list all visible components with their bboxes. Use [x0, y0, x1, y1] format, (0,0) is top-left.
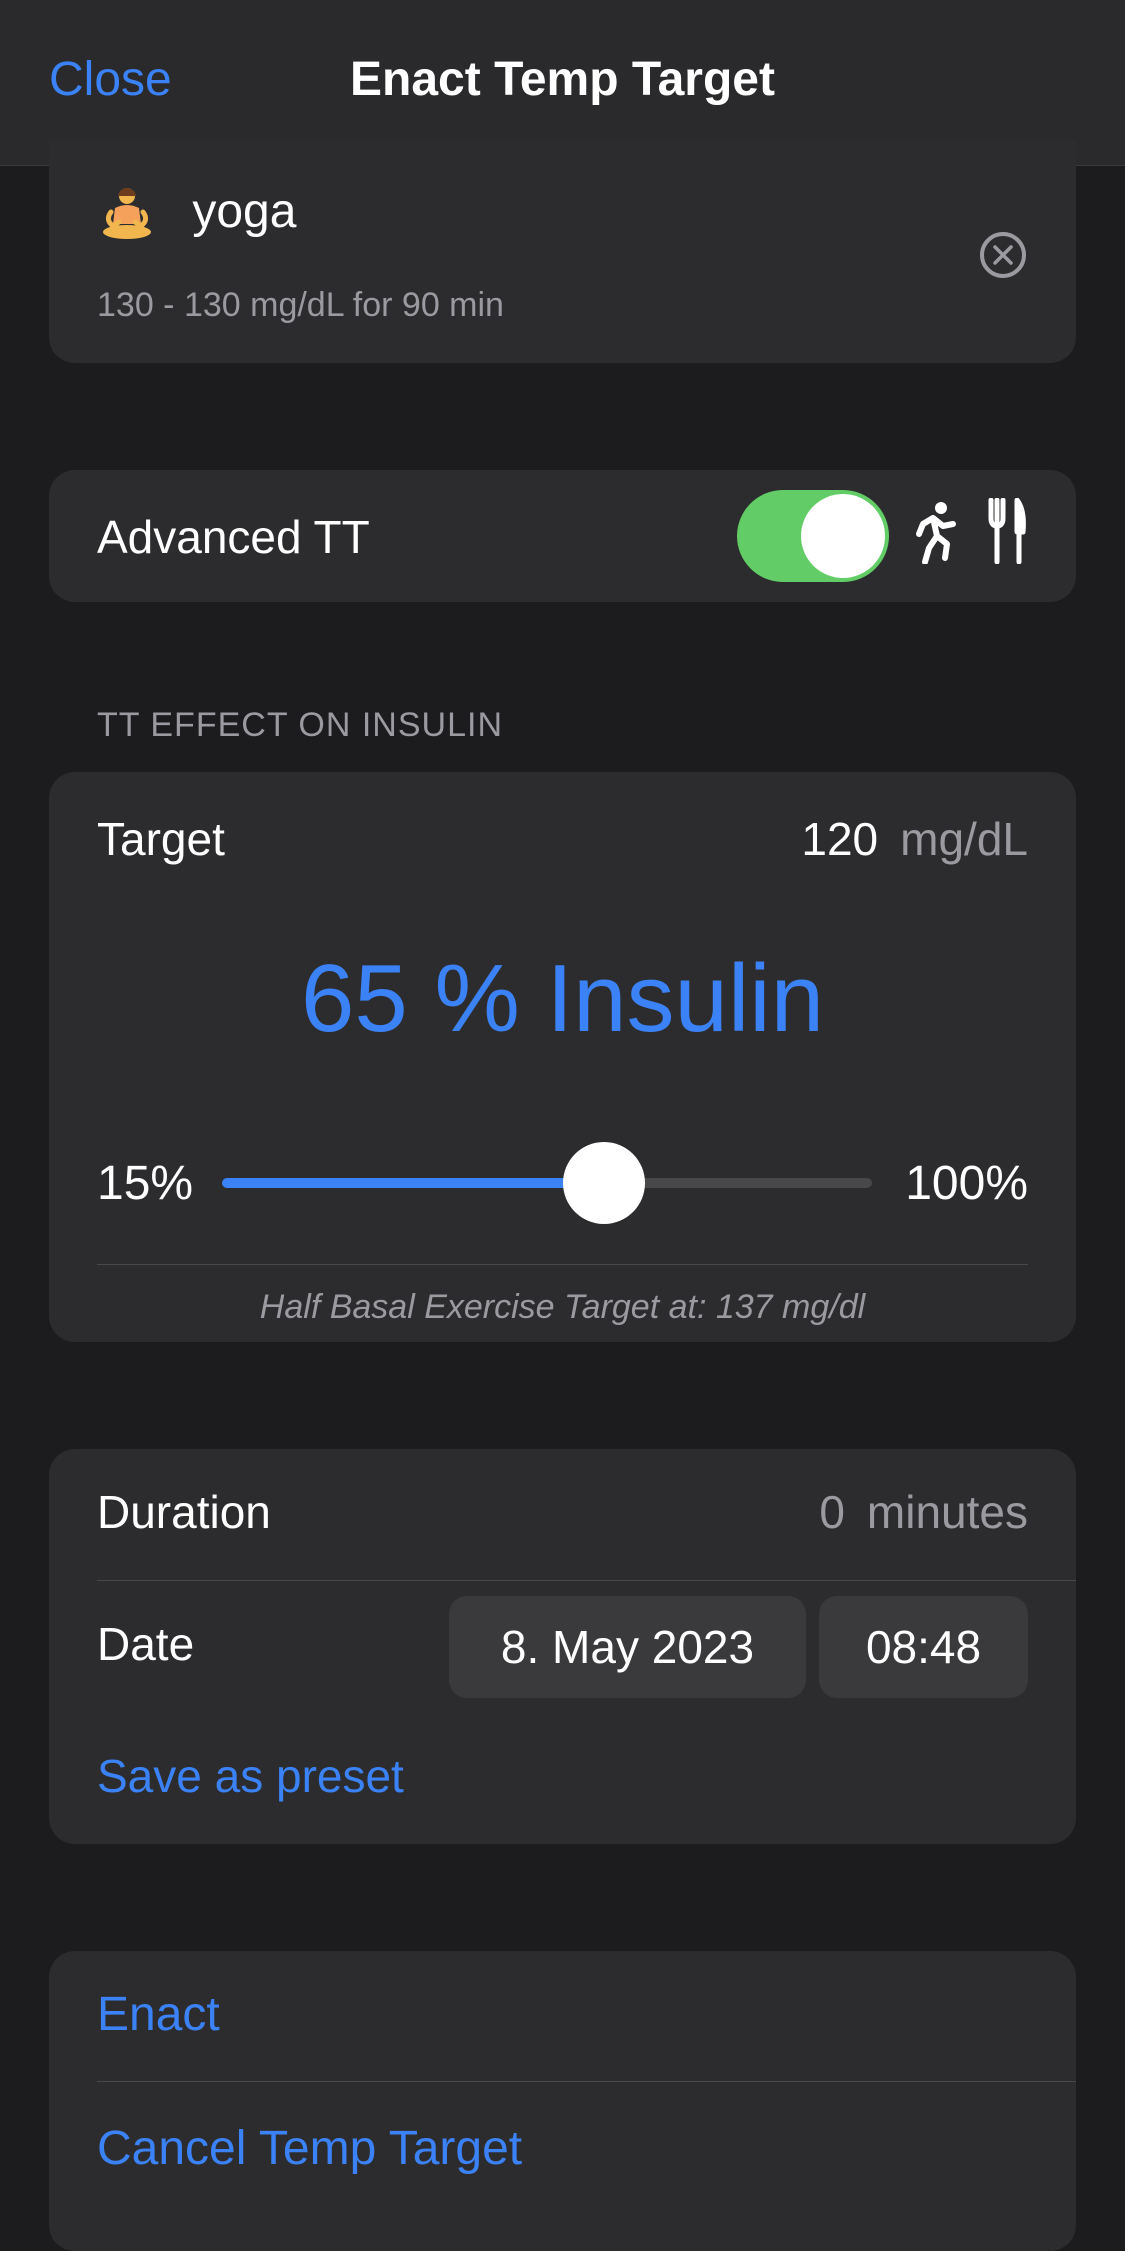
slider-max-label: 100% — [905, 1157, 1028, 1210]
circle-x-icon[interactable] — [980, 232, 1026, 278]
page-title: Enact Temp Target — [350, 53, 775, 106]
divider — [97, 2081, 1076, 2082]
insulin-percentage: 65 % Insulin — [301, 945, 824, 1052]
save-as-preset-button[interactable]: Save as preset — [97, 1749, 404, 1803]
preset-name: yoga — [192, 185, 297, 238]
advanced-tt-toggle[interactable] — [737, 490, 889, 582]
running-icon — [916, 502, 956, 564]
advanced-tt-card: Advanced TT — [49, 470, 1076, 602]
duration-field[interactable]: 0 minutes — [819, 1485, 1028, 1539]
meditation-person-icon — [103, 188, 151, 240]
date-picker[interactable]: 8. May 2023 — [449, 1596, 806, 1698]
divider — [97, 1580, 1076, 1581]
preset-description: 130 - 130 mg/dL for 90 min — [97, 286, 504, 324]
half-basal-note: Half Basal Exercise Target at: 137 mg/dl — [259, 1288, 866, 1326]
date-label: Date — [97, 1618, 195, 1670]
duration-card: Duration 0 minutes Date 8. May 2023 08:48… — [49, 1449, 1076, 1844]
duration-unit: minutes — [866, 1486, 1028, 1538]
preset-row: yoga — [97, 184, 296, 244]
slider-fill — [222, 1178, 605, 1188]
fork-knife-icon — [988, 498, 1026, 564]
target-value[interactable]: 120 — [801, 813, 878, 865]
tt-effect-card: Target 120 mg/dL 65 % Insulin 15% 100% Ha… — [49, 772, 1076, 1342]
enact-button[interactable]: Enact — [97, 1987, 220, 2042]
preset-card[interactable]: yoga 130 - 130 mg/dL for 90 min — [49, 140, 1076, 363]
insulin-slider[interactable] — [222, 1142, 872, 1224]
time-picker[interactable]: 08:48 — [819, 1596, 1028, 1698]
duration-value[interactable]: 0 — [819, 1486, 845, 1538]
target-label: Target — [97, 813, 225, 865]
target-unit: mg/dL — [900, 813, 1028, 865]
toggle-knob — [801, 494, 885, 578]
duration-label: Duration — [97, 1486, 271, 1538]
target-field[interactable]: 120 mg/dL — [801, 812, 1028, 866]
advanced-tt-label: Advanced TT — [97, 511, 370, 563]
cancel-temp-target-button[interactable]: Cancel Temp Target — [97, 2121, 522, 2176]
actions-card: Enact Cancel Temp Target — [49, 1951, 1076, 2251]
slider-thumb[interactable] — [563, 1142, 646, 1224]
slider-min-label: 15% — [97, 1157, 194, 1210]
divider — [97, 1264, 1028, 1265]
section-header: TT EFFECT ON INSULIN — [97, 706, 504, 744]
